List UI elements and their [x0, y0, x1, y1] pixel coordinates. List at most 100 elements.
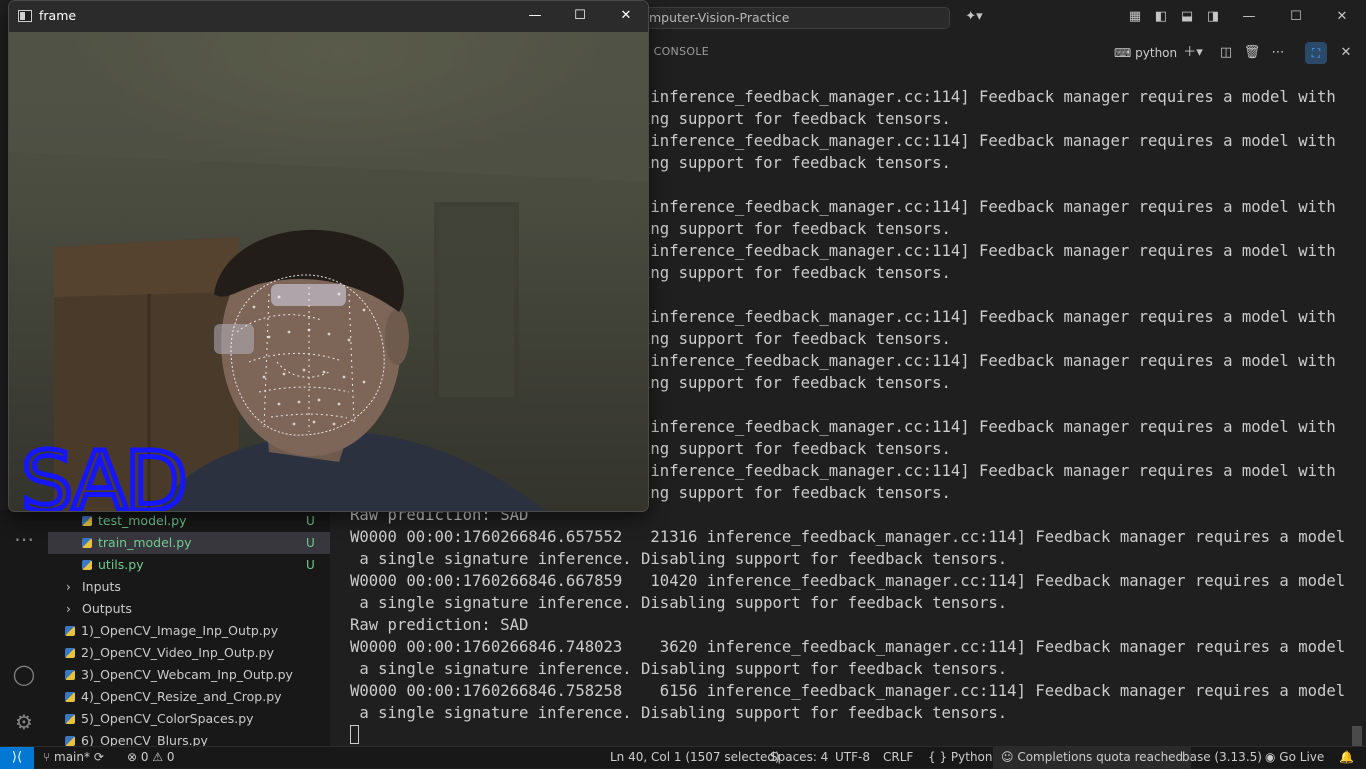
branch-name: main*	[54, 750, 90, 764]
terminal-line: W0000 00:00:1760266846.758258 6156 infer…	[350, 682, 1350, 700]
eol-status[interactable]: CRLF	[883, 747, 913, 769]
explorer-file[interactable]: utils.py U	[48, 554, 330, 576]
window-close-icon[interactable]: ✕	[615, 6, 637, 26]
window-maximize-icon[interactable]: ☐	[1288, 9, 1304, 25]
window-minimize-icon[interactable]: —	[1241, 9, 1257, 25]
explorer-item-label: utils.py	[98, 557, 144, 572]
explorer-file[interactable]: 3)_OpenCV_Webcam_Inp_Outp.py	[48, 664, 330, 686]
terminal-line: a single signature inference. Disabling …	[350, 550, 1008, 568]
terminal-line: W0000 00:00:1760266846.748023 3620 infer…	[350, 638, 1350, 656]
remote-window-icon[interactable]: ⟩⟨	[0, 747, 34, 769]
copilot-icon[interactable]: ✦▾	[962, 9, 986, 25]
source-control-branch-icon: ⑂	[43, 750, 55, 764]
python-file-icon	[82, 538, 92, 548]
opencv-titlebar[interactable]: frame — ☐ ✕	[9, 1, 648, 32]
window-minimize-icon[interactable]: —	[524, 6, 546, 26]
python-file-icon	[65, 670, 75, 680]
toggle-primary-sidebar-icon[interactable]: ◧	[1153, 9, 1169, 25]
braces-icon: { }	[928, 750, 951, 764]
terminal-line: a single signature inference. Disabling …	[350, 660, 1008, 678]
more-views-icon[interactable]: ⋯	[12, 527, 36, 551]
python-file-icon	[65, 692, 75, 702]
branch-status[interactable]: ⑂ main* ⟳	[43, 747, 104, 769]
python-file-icon	[65, 648, 75, 658]
terminal-line: a single signature inference. Disabling …	[350, 594, 1008, 612]
problems-status[interactable]: ⊗ 0 ⚠ 0	[127, 747, 175, 769]
window-close-icon[interactable]: ✕	[1334, 9, 1350, 25]
copilot-status-text: Completions quota reached	[1017, 750, 1184, 764]
more-actions-icon[interactable]: ⋯	[1269, 45, 1287, 61]
explorer-item-label: Outputs	[82, 601, 132, 616]
explorer-file[interactable]: 1)_OpenCV_Image_Inp_Outp.py	[48, 620, 330, 642]
warning-count: 0	[166, 750, 175, 764]
copilot-status[interactable]: ☺ Completions quota reached	[993, 747, 1192, 769]
terminal-line: Raw prediction: SAD	[350, 616, 529, 634]
explorer-item-label: 4)_OpenCV_Resize_and_Crop.py	[81, 689, 282, 704]
git-status-badge: U	[306, 536, 315, 550]
git-status-badge: U	[306, 558, 315, 572]
indentation-status[interactable]: Spaces: 4	[770, 747, 828, 769]
python-file-icon	[82, 516, 92, 526]
split-terminal-icon[interactable]: ◫	[1217, 45, 1235, 61]
explorer-folder[interactable]: › Outputs	[48, 598, 330, 620]
terminal-icon: ⌨	[1114, 46, 1136, 60]
cursor-position-status[interactable]: Ln 40, Col 1 (1507 selected)	[610, 747, 780, 769]
explorer-file[interactable]: 6)_OpenCV_Blurs.py	[48, 730, 330, 746]
encoding-status[interactable]: UTF-8	[835, 747, 870, 769]
copilot-icon: ☺	[1001, 750, 1018, 764]
explorer-file[interactable]: train_model.py U	[48, 532, 330, 554]
terminal-line: W0000 00:00:1760266846.657552 21316 infe…	[350, 528, 1350, 546]
close-panel-icon[interactable]: ✕	[1337, 45, 1355, 61]
command-center-search[interactable]: mputer-Vision-Practice	[640, 7, 950, 29]
terminal-scrollbar[interactable]	[1352, 726, 1362, 746]
status-bar: ⟩⟨ ⑂ main* ⟳ ⊗ 0 ⚠ 0 Ln 40, Col 1 (1507 …	[0, 746, 1366, 769]
explorer-file[interactable]: 5)_OpenCV_ColorSpaces.py	[48, 708, 330, 730]
webcam-scene: SAD	[9, 32, 648, 511]
maximize-panel-icon[interactable]: ⛶	[1305, 42, 1327, 64]
go-live-button[interactable]: ◉ Go Live	[1265, 747, 1324, 769]
manage-gear-icon[interactable]: ⚙	[12, 710, 36, 734]
broadcast-icon: ◉	[1265, 750, 1280, 764]
explorer-folder[interactable]: › Inputs	[48, 576, 330, 598]
terminal-prompt[interactable]	[350, 724, 1350, 746]
git-status-badge: U	[306, 514, 315, 528]
terminal-line: W0000 00:00:1760266846.667859 10420 infe…	[350, 572, 1350, 590]
customize-layout-icon[interactable]: ▦	[1127, 9, 1143, 25]
tab-debug-console[interactable]: G CONSOLE	[641, 45, 709, 58]
explorer-item-label: 1)_OpenCV_Image_Inp_Outp.py	[81, 623, 279, 638]
window-maximize-icon[interactable]: ☐	[569, 6, 591, 26]
go-live-label: Go Live	[1279, 750, 1325, 764]
language-name: Python	[950, 750, 993, 764]
language-mode-status[interactable]: { } Python	[928, 747, 993, 769]
python-file-icon	[65, 714, 75, 724]
error-icon: ⊗	[127, 750, 141, 764]
explorer-tree: test_model.py Utrain_model.py Uutils.py U › I…	[48, 510, 330, 746]
python-file-icon	[65, 626, 75, 636]
kill-terminal-icon[interactable]: 🗑	[1243, 45, 1261, 61]
webcam-frame: SAD	[9, 32, 648, 511]
sync-icon: ⟳	[93, 750, 104, 764]
terminal-profile-name: python	[1135, 46, 1178, 60]
opencv-frame-window[interactable]: frame — ☐ ✕ SAD	[8, 0, 649, 512]
notifications-bell-icon[interactable]: 🔔	[1339, 747, 1354, 769]
toggle-secondary-sidebar-icon[interactable]: ◨	[1205, 9, 1221, 25]
python-file-icon	[82, 560, 92, 570]
explorer-item-label: train_model.py	[98, 535, 192, 550]
explorer-item-label: 2)_OpenCV_Video_Inp_Outp.py	[81, 645, 274, 660]
chevron-right-icon: ›	[66, 602, 71, 616]
activity-bar: ⋯ ◯ ⚙	[0, 510, 48, 746]
explorer-item-label: Inputs	[82, 579, 121, 594]
toggle-panel-icon[interactable]: ⬓	[1179, 9, 1195, 25]
python-interpreter-status[interactable]: base (3.13.5)	[1182, 747, 1262, 769]
warning-icon: ⚠	[152, 750, 167, 764]
explorer-file[interactable]: 4)_OpenCV_Resize_and_Crop.py	[48, 686, 330, 708]
explorer-item-label: 5)_OpenCV_ColorSpaces.py	[81, 711, 254, 726]
window-title: frame	[39, 8, 77, 23]
new-terminal-icon[interactable]: ＋▾	[1178, 45, 1208, 61]
terminal-profile-label[interactable]: ⌨ python	[1114, 44, 1177, 62]
explorer-file[interactable]: test_model.py U	[48, 510, 330, 532]
explorer-item-label: 3)_OpenCV_Webcam_Inp_Outp.py	[81, 667, 293, 682]
python-file-icon	[65, 736, 75, 746]
explorer-file[interactable]: 2)_OpenCV_Video_Inp_Outp.py	[48, 642, 330, 664]
accounts-icon[interactable]: ◯	[12, 662, 36, 686]
